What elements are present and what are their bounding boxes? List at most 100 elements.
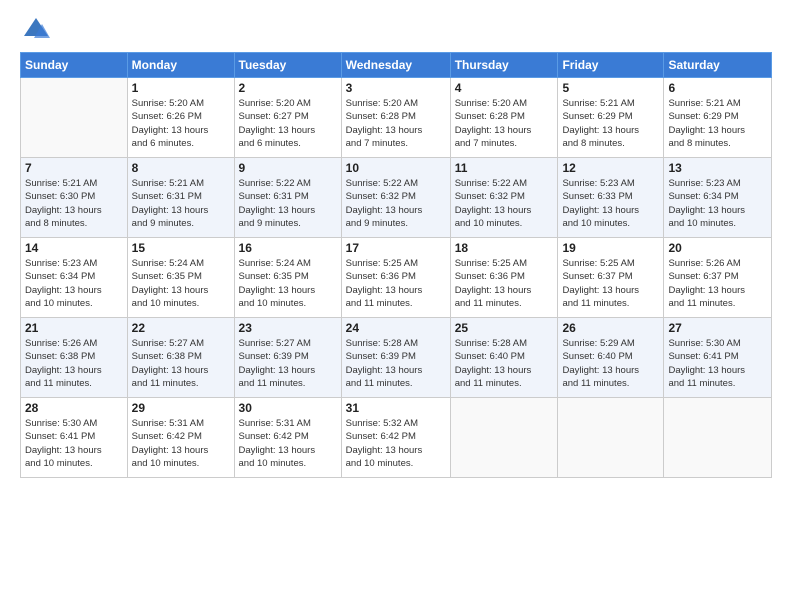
day-info: Sunrise: 5:20 AM Sunset: 6:28 PM Dayligh…	[455, 97, 554, 150]
day-info: Sunrise: 5:25 AM Sunset: 6:37 PM Dayligh…	[562, 257, 659, 310]
calendar-header-friday: Friday	[558, 53, 664, 78]
day-info: Sunrise: 5:23 AM Sunset: 6:34 PM Dayligh…	[668, 177, 767, 230]
day-number: 28	[25, 401, 123, 415]
day-info: Sunrise: 5:21 AM Sunset: 6:29 PM Dayligh…	[668, 97, 767, 150]
table-row: 8 Sunrise: 5:21 AM Sunset: 6:31 PM Daylig…	[127, 158, 234, 238]
calendar-week-row: 7 Sunrise: 5:21 AM Sunset: 6:30 PM Daylig…	[21, 158, 772, 238]
day-number: 16	[239, 241, 337, 255]
table-row: 16 Sunrise: 5:24 AM Sunset: 6:35 PM Dayli…	[234, 238, 341, 318]
table-row: 6 Sunrise: 5:21 AM Sunset: 6:29 PM Daylig…	[664, 78, 772, 158]
day-number: 15	[132, 241, 230, 255]
table-row	[558, 398, 664, 478]
day-info: Sunrise: 5:24 AM Sunset: 6:35 PM Dayligh…	[132, 257, 230, 310]
table-row: 21 Sunrise: 5:26 AM Sunset: 6:38 PM Dayli…	[21, 318, 128, 398]
day-number: 2	[239, 81, 337, 95]
day-number: 17	[346, 241, 446, 255]
logo-icon	[22, 16, 50, 44]
table-row: 10 Sunrise: 5:22 AM Sunset: 6:32 PM Dayli…	[341, 158, 450, 238]
day-info: Sunrise: 5:20 AM Sunset: 6:27 PM Dayligh…	[239, 97, 337, 150]
day-info: Sunrise: 5:24 AM Sunset: 6:35 PM Dayligh…	[239, 257, 337, 310]
table-row: 24Sunrise: 5:28 AM Sunset: 6:39 PM Dayli…	[341, 318, 450, 398]
day-number: 18	[455, 241, 554, 255]
day-info: Sunrise: 5:22 AM Sunset: 6:32 PM Dayligh…	[455, 177, 554, 230]
day-info: Sunrise: 5:22 AM Sunset: 6:32 PM Dayligh…	[346, 177, 446, 230]
table-row: 4 Sunrise: 5:20 AM Sunset: 6:28 PM Daylig…	[450, 78, 558, 158]
day-number: 31	[346, 401, 446, 415]
table-row: 18 Sunrise: 5:25 AM Sunset: 6:36 PM Dayli…	[450, 238, 558, 318]
day-number: 23	[239, 321, 337, 335]
table-row: 31 Sunrise: 5:32 AM Sunset: 6:42 PM Dayli…	[341, 398, 450, 478]
table-row: 19 Sunrise: 5:25 AM Sunset: 6:37 PM Dayli…	[558, 238, 664, 318]
table-row: 3Sunrise: 5:20 AM Sunset: 6:28 PM Daylig…	[341, 78, 450, 158]
day-info: Sunrise: 5:20 AM Sunset: 6:28 PM Dayligh…	[346, 97, 446, 150]
table-row: 14 Sunrise: 5:23 AM Sunset: 6:34 PM Dayli…	[21, 238, 128, 318]
calendar: SundayMondayTuesdayWednesdayThursdayFrid…	[20, 52, 772, 478]
table-row: 2 Sunrise: 5:20 AM Sunset: 6:27 PM Daylig…	[234, 78, 341, 158]
calendar-header-thursday: Thursday	[450, 53, 558, 78]
day-number: 1	[132, 81, 230, 95]
day-info: Sunrise: 5:26 AM Sunset: 6:37 PM Dayligh…	[668, 257, 767, 310]
day-info: Sunrise: 5:23 AM Sunset: 6:33 PM Dayligh…	[562, 177, 659, 230]
table-row: 11 Sunrise: 5:22 AM Sunset: 6:32 PM Dayli…	[450, 158, 558, 238]
day-number: 27	[668, 321, 767, 335]
day-info: Sunrise: 5:32 AM Sunset: 6:42 PM Dayligh…	[346, 417, 446, 470]
table-row	[21, 78, 128, 158]
day-number: 7	[25, 161, 123, 175]
table-row: 15 Sunrise: 5:24 AM Sunset: 6:35 PM Dayli…	[127, 238, 234, 318]
table-row: 13 Sunrise: 5:23 AM Sunset: 6:34 PM Dayli…	[664, 158, 772, 238]
day-number: 22	[132, 321, 230, 335]
day-number: 29	[132, 401, 230, 415]
day-number: 8	[132, 161, 230, 175]
day-number: 20	[668, 241, 767, 255]
table-row: 22 Sunrise: 5:27 AM Sunset: 6:38 PM Dayli…	[127, 318, 234, 398]
day-number: 5	[562, 81, 659, 95]
day-info: Sunrise: 5:25 AM Sunset: 6:36 PM Dayligh…	[455, 257, 554, 310]
table-row: 7 Sunrise: 5:21 AM Sunset: 6:30 PM Daylig…	[21, 158, 128, 238]
day-info: Sunrise: 5:20 AM Sunset: 6:26 PM Dayligh…	[132, 97, 230, 150]
table-row: 28 Sunrise: 5:30 AM Sunset: 6:41 PM Dayli…	[21, 398, 128, 478]
table-row: 1 Sunrise: 5:20 AM Sunset: 6:26 PM Daylig…	[127, 78, 234, 158]
table-row: 26Sunrise: 5:29 AM Sunset: 6:40 PM Dayli…	[558, 318, 664, 398]
table-row: 25Sunrise: 5:28 AM Sunset: 6:40 PM Dayli…	[450, 318, 558, 398]
table-row: 5Sunrise: 5:21 AM Sunset: 6:29 PM Daylig…	[558, 78, 664, 158]
day-number: 4	[455, 81, 554, 95]
calendar-header-saturday: Saturday	[664, 53, 772, 78]
day-info: Sunrise: 5:25 AM Sunset: 6:36 PM Dayligh…	[346, 257, 446, 310]
day-info: Sunrise: 5:30 AM Sunset: 6:41 PM Dayligh…	[25, 417, 123, 470]
table-row	[664, 398, 772, 478]
table-row: 20 Sunrise: 5:26 AM Sunset: 6:37 PM Dayli…	[664, 238, 772, 318]
table-row: 29Sunrise: 5:31 AM Sunset: 6:42 PM Dayli…	[127, 398, 234, 478]
day-number: 19	[562, 241, 659, 255]
calendar-header-wednesday: Wednesday	[341, 53, 450, 78]
day-number: 11	[455, 161, 554, 175]
day-info: Sunrise: 5:28 AM Sunset: 6:39 PM Dayligh…	[346, 337, 446, 390]
table-row: 9 Sunrise: 5:22 AM Sunset: 6:31 PM Daylig…	[234, 158, 341, 238]
day-info: Sunrise: 5:28 AM Sunset: 6:40 PM Dayligh…	[455, 337, 554, 390]
calendar-header-sunday: Sunday	[21, 53, 128, 78]
day-info: Sunrise: 5:22 AM Sunset: 6:31 PM Dayligh…	[239, 177, 337, 230]
calendar-week-row: 21 Sunrise: 5:26 AM Sunset: 6:38 PM Dayli…	[21, 318, 772, 398]
day-number: 12	[562, 161, 659, 175]
logo	[20, 16, 50, 44]
calendar-week-row: 14 Sunrise: 5:23 AM Sunset: 6:34 PM Dayli…	[21, 238, 772, 318]
day-number: 14	[25, 241, 123, 255]
day-info: Sunrise: 5:27 AM Sunset: 6:39 PM Dayligh…	[239, 337, 337, 390]
day-info: Sunrise: 5:31 AM Sunset: 6:42 PM Dayligh…	[239, 417, 337, 470]
table-row: 30Sunrise: 5:31 AM Sunset: 6:42 PM Dayli…	[234, 398, 341, 478]
day-number: 10	[346, 161, 446, 175]
table-row: 17 Sunrise: 5:25 AM Sunset: 6:36 PM Dayli…	[341, 238, 450, 318]
calendar-week-row: 28 Sunrise: 5:30 AM Sunset: 6:41 PM Dayli…	[21, 398, 772, 478]
day-number: 9	[239, 161, 337, 175]
day-info: Sunrise: 5:26 AM Sunset: 6:38 PM Dayligh…	[25, 337, 123, 390]
day-info: Sunrise: 5:29 AM Sunset: 6:40 PM Dayligh…	[562, 337, 659, 390]
day-info: Sunrise: 5:21 AM Sunset: 6:30 PM Dayligh…	[25, 177, 123, 230]
header	[20, 16, 772, 44]
day-number: 21	[25, 321, 123, 335]
table-row: 12 Sunrise: 5:23 AM Sunset: 6:33 PM Dayli…	[558, 158, 664, 238]
calendar-header-monday: Monday	[127, 53, 234, 78]
day-number: 6	[668, 81, 767, 95]
day-info: Sunrise: 5:27 AM Sunset: 6:38 PM Dayligh…	[132, 337, 230, 390]
day-info: Sunrise: 5:21 AM Sunset: 6:31 PM Dayligh…	[132, 177, 230, 230]
day-info: Sunrise: 5:23 AM Sunset: 6:34 PM Dayligh…	[25, 257, 123, 310]
day-number: 13	[668, 161, 767, 175]
